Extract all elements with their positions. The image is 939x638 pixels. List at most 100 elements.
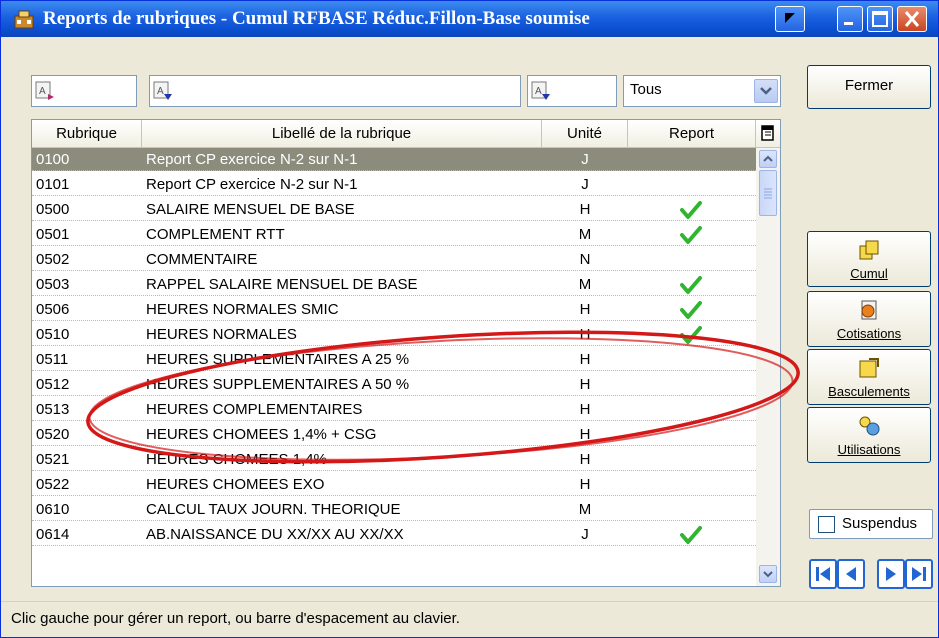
first-record-button[interactable] — [809, 559, 837, 589]
chevron-down-icon — [763, 571, 773, 578]
rubrique-label: AB.NAISSANCE DU XX/XX AU XX/XX — [146, 526, 404, 543]
svg-text:A: A — [535, 86, 542, 97]
utilisations-button[interactable]: Utilisations — [807, 407, 931, 463]
first-icon — [816, 567, 830, 581]
suspendus-checkbox[interactable]: Suspendus — [809, 509, 933, 539]
table-row[interactable]: 0501 COMPLEMENT RTT M — [32, 223, 756, 246]
rubrique-unit: H — [579, 201, 591, 218]
libelle-filter-input[interactable] — [178, 79, 359, 103]
title-bar[interactable]: Reports de rubriques - Cumul RFBASE Rédu… — [1, 1, 938, 37]
table-row[interactable]: 0513 HEURES COMPLEMENTAIRES H — [32, 398, 756, 421]
table-row[interactable]: 0610 CALCUL TAUX JOURN. THEORIQUE M — [32, 498, 756, 521]
report-cell[interactable] — [628, 523, 756, 546]
table-row[interactable]: 0521 HEURES CHOMEES 1,4% H — [32, 448, 756, 471]
rubrique-unit: H — [579, 326, 591, 343]
rubrique-label: CALCUL TAUX JOURN. THEORIQUE — [146, 501, 401, 518]
rubrique-code: 0501 — [36, 226, 70, 243]
table-row[interactable]: 0512 HEURES SUPPLEMENTAIRES A 50 % H — [32, 373, 756, 396]
report-cell[interactable] — [628, 173, 756, 196]
report-cell[interactable] — [628, 498, 756, 521]
vertical-scrollbar[interactable] — [756, 148, 780, 586]
utilisations-icon — [859, 416, 880, 436]
dropdown-button[interactable] — [754, 79, 778, 103]
rubrique-unit: H — [579, 426, 591, 443]
rubrique-label: COMPLEMENT RTT — [146, 226, 285, 243]
rubriques-table[interactable]: Rubrique Libellé de la rubrique Unité Re… — [31, 119, 781, 587]
svg-text:A: A — [157, 86, 164, 97]
report-cell[interactable] — [628, 348, 756, 371]
last-record-button[interactable] — [905, 559, 933, 589]
cotisations-button[interactable]: Cotisations — [807, 291, 931, 347]
rubrique-code: 0506 — [36, 301, 70, 318]
unite-filter[interactable]: A — [527, 75, 737, 107]
rubrique-label: HEURES SUPPLEMENTAIRES A 50 % — [146, 376, 410, 393]
report-cell[interactable] — [628, 298, 756, 321]
table-row[interactable]: 0101 Report CP exercice N-2 sur N-1 J — [32, 173, 756, 196]
column-header-libelle[interactable]: Libellé de la rubrique — [142, 120, 542, 148]
rubrique-code: 0520 — [36, 426, 70, 443]
maximize-button[interactable] — [867, 6, 893, 32]
scroll-thumb[interactable] — [759, 170, 777, 216]
column-settings-button[interactable] — [756, 120, 780, 148]
column-header-unite[interactable]: Unité — [542, 120, 628, 148]
window-title: Reports de rubriques - Cumul RFBASE Rédu… — [43, 8, 590, 29]
rubrique-code: 0502 — [36, 251, 70, 268]
table-row[interactable]: 0506 HEURES NORMALES SMIC H — [32, 298, 756, 321]
rubrique-label: HEURES NORMALES — [146, 326, 297, 343]
scroll-down-button[interactable] — [759, 565, 777, 583]
table-row[interactable]: 0500 SALAIRE MENSUEL DE BASE H — [32, 198, 756, 221]
table-row[interactable]: 0503 RAPPEL SALAIRE MENSUEL DE BASE M — [32, 273, 756, 296]
report-cell[interactable] — [628, 248, 756, 271]
column-header-report[interactable]: Report — [628, 120, 756, 148]
report-cell[interactable] — [628, 148, 756, 171]
rubrique-label: HEURES CHOMEES 1,4% — [146, 451, 327, 468]
report-cell[interactable] — [628, 223, 756, 246]
table-row[interactable]: 0100 Report CP exercice N-2 sur N-1 J — [32, 148, 756, 171]
report-cell[interactable] — [628, 323, 756, 346]
last-icon — [912, 567, 926, 581]
table-row[interactable]: 0614 AB.NAISSANCE DU XX/XX AU XX/XX J — [32, 523, 756, 546]
rubrique-unit: J — [581, 526, 589, 543]
columns-icon — [761, 125, 774, 141]
basculements-button[interactable]: Basculements — [807, 349, 931, 405]
previous-icon — [846, 567, 856, 581]
fermer-button[interactable]: Fermer — [807, 65, 931, 109]
table-row[interactable]: 0520 HEURES CHOMEES 1,4% + CSG H — [32, 423, 756, 446]
cumul-button[interactable]: Cumul — [807, 231, 931, 287]
rubrique-unit: H — [579, 351, 591, 368]
libelle-filter[interactable]: A — [149, 75, 521, 107]
checkmark-icon — [680, 276, 702, 294]
table-row[interactable]: 0511 HEURES SUPPLEMENTAIRES A 25 % H — [32, 348, 756, 371]
checkmark-icon — [680, 301, 702, 319]
table-row[interactable]: 0502 COMMENTAIRE N — [32, 248, 756, 271]
maximize-icon — [872, 11, 888, 27]
report-cell[interactable] — [628, 423, 756, 446]
chevron-down-icon — [760, 87, 772, 95]
report-cell[interactable] — [628, 273, 756, 296]
checkmark-icon — [680, 526, 702, 544]
rubrique-unit: J — [581, 151, 589, 168]
report-cell[interactable] — [628, 448, 756, 471]
rubrique-filter[interactable]: A — [31, 75, 241, 107]
rubrique-code: 0512 — [36, 376, 70, 393]
close-button[interactable] — [897, 6, 927, 32]
report-cell[interactable] — [628, 398, 756, 421]
report-filter-select[interactable]: Tous — [623, 75, 781, 107]
scroll-up-button[interactable] — [759, 150, 777, 168]
previous-record-button[interactable] — [837, 559, 865, 589]
rubrique-code: 0100 — [36, 151, 70, 168]
next-record-button[interactable] — [877, 559, 905, 589]
rubrique-code: 0500 — [36, 201, 70, 218]
table-row[interactable]: 0510 HEURES NORMALES H — [32, 323, 756, 346]
window-menu-button[interactable] — [775, 6, 805, 32]
filter-arrow-down-icon: A — [531, 81, 550, 100]
minimize-icon — [844, 22, 853, 25]
minimize-button[interactable] — [837, 6, 863, 32]
checkmark-icon — [680, 326, 702, 344]
table-row[interactable]: 0522 HEURES CHOMEES EXO H — [32, 473, 756, 496]
report-cell[interactable] — [628, 473, 756, 496]
column-header-rubrique[interactable]: Rubrique — [32, 120, 142, 148]
checkbox-box[interactable] — [818, 516, 835, 533]
report-cell[interactable] — [628, 373, 756, 396]
report-cell[interactable] — [628, 198, 756, 221]
